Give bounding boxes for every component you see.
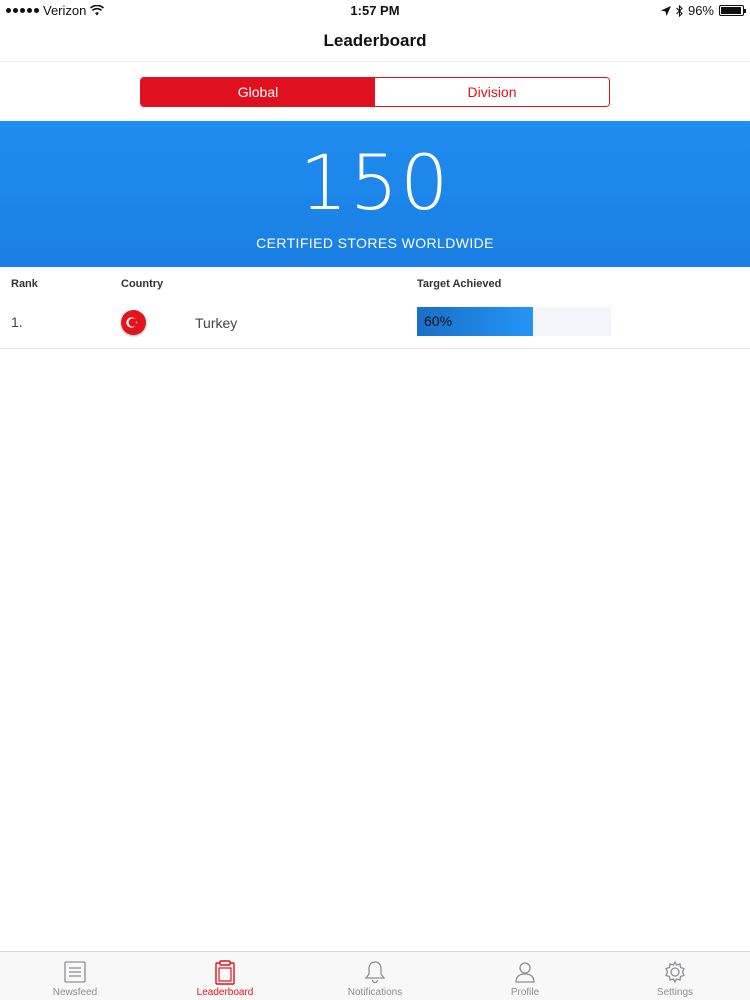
leaderboard-icon [215, 960, 235, 985]
certified-stores-count: 150 [299, 138, 451, 227]
battery-icon [719, 5, 746, 16]
tab-label-profile: Profile [510, 987, 540, 998]
battery-level [721, 7, 742, 14]
tab-label-settings: Settings [656, 987, 694, 998]
country-name: Turkey [195, 315, 238, 331]
tab-notifications[interactable]: Notifications [300, 952, 450, 1000]
column-header-rank: Rank [11, 278, 38, 290]
table-header: Rank Country Target Achieved [0, 267, 750, 299]
nav-bar: Leaderboard [0, 22, 750, 62]
turkey-flag-icon [121, 310, 146, 335]
certified-stores-banner: 150 CERTIFIED STORES WORLDWIDE [0, 121, 750, 267]
tab-settings[interactable]: Settings [600, 952, 750, 1000]
gear-icon [665, 960, 685, 984]
scope-segmented-control: Global Division [140, 77, 610, 107]
profile-icon [515, 962, 535, 983]
certified-stores-caption: CERTIFIED STORES WORLDWIDE [256, 235, 494, 251]
bluetooth-icon [676, 4, 683, 17]
tab-label-newsfeed: Newsfeed [52, 987, 98, 998]
segment-global[interactable]: Global [141, 78, 375, 106]
battery-percent: 96% [687, 3, 714, 18]
table-row[interactable]: 1. Turkey 60% [0, 299, 750, 349]
rank-cell: 1. [11, 314, 23, 330]
status-time: 1:57 PM [350, 3, 400, 18]
column-header-target: Target Achieved [417, 278, 502, 290]
status-right: 96% [660, 3, 746, 18]
tab-label-leaderboard: Leaderboard [196, 987, 254, 998]
segment-division[interactable]: Division [375, 78, 609, 106]
tab-newsfeed[interactable]: Newsfeed [0, 952, 150, 1000]
target-progress-bar: 60% [417, 307, 611, 336]
tab-leaderboard[interactable]: Leaderboard [150, 952, 300, 1000]
target-progress-label: 60% [424, 313, 453, 329]
status-bar: Verizon 1:57 PM 96% [0, 0, 750, 22]
page-title: Leaderboard [323, 31, 427, 50]
column-header-country: Country [121, 278, 164, 290]
bell-icon [364, 961, 386, 984]
leaderboard-table: Rank Country Target Achieved 1. Turkey 6… [0, 267, 750, 349]
tab-label-notifications: Notifications [347, 987, 403, 998]
tab-profile[interactable]: Profile [450, 952, 600, 1000]
newsfeed-icon [64, 961, 86, 983]
location-arrow-icon [660, 5, 671, 16]
tab-bar: Newsfeed Leaderboard Notifications Profi… [0, 951, 750, 1000]
